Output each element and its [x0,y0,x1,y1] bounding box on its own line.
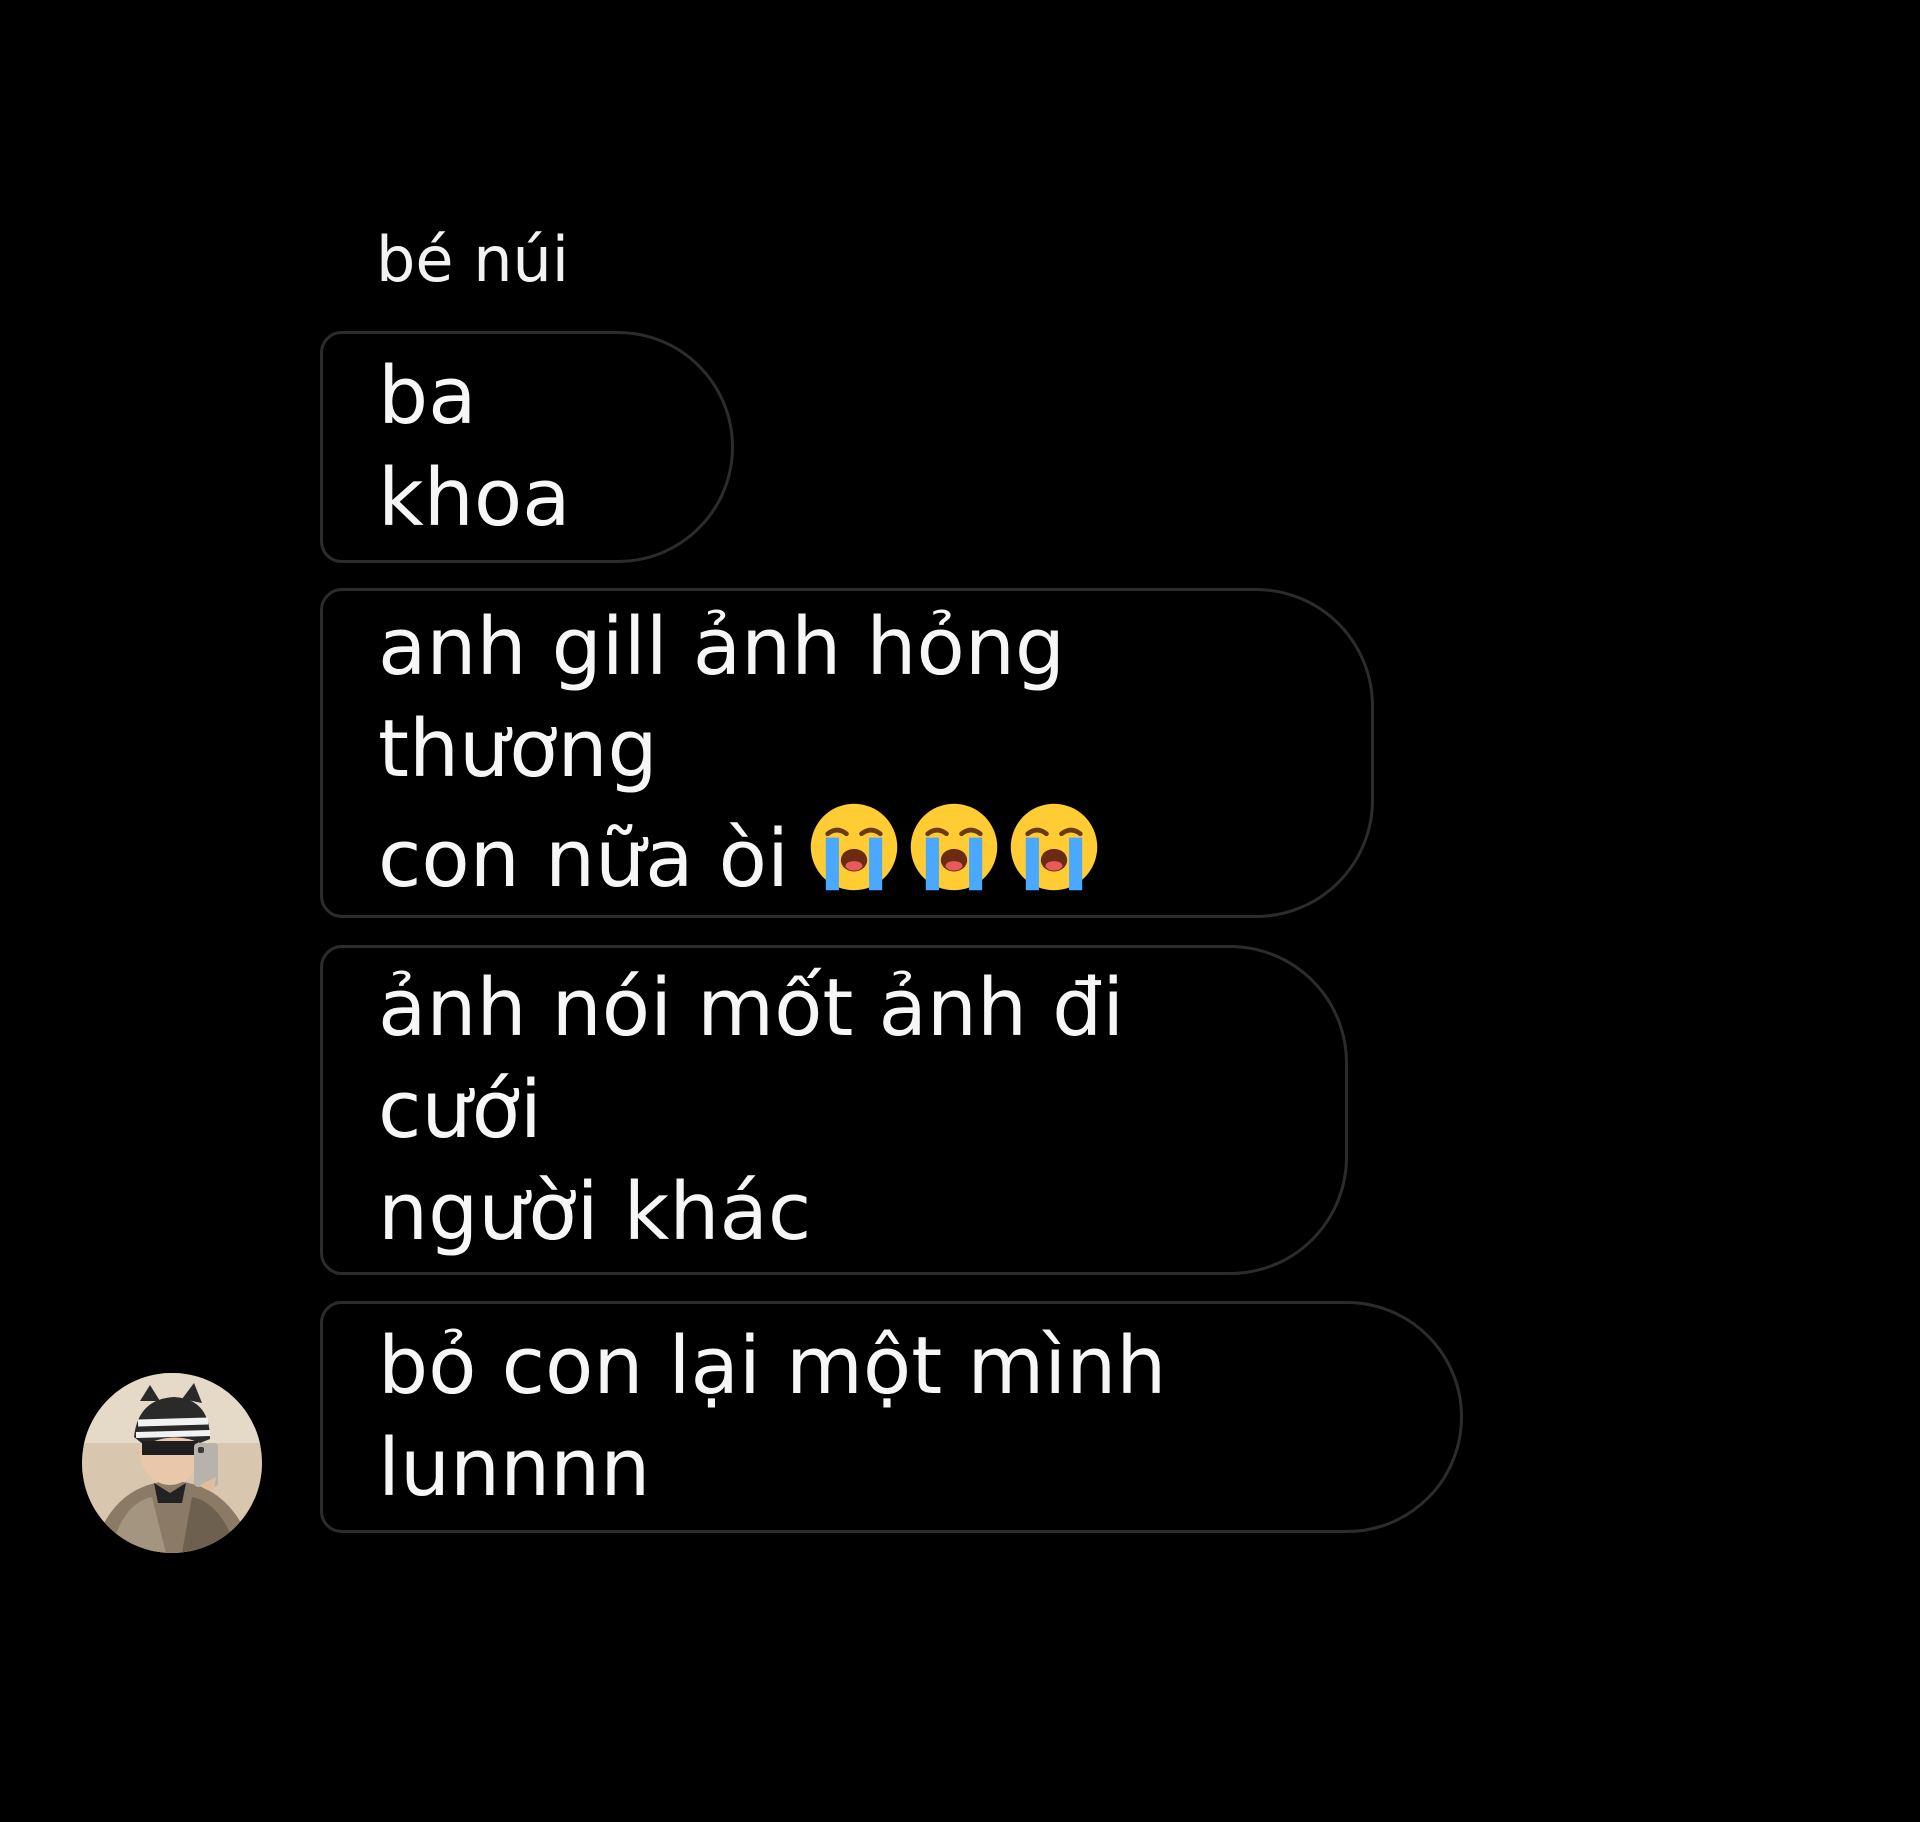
emoji-group [807,800,1101,894]
loudly-crying-face-icon [1010,803,1098,891]
message-bubble[interactable]: anh gill ảnh hỏng thương con nữa òi [320,588,1374,918]
avatar[interactable] [82,1373,262,1553]
chat-thread: bé núi ba khoa anh gill ảnh hỏng thương … [0,0,1920,1822]
message-text-container: anh gill ảnh hỏng thương con nữa òi [378,596,1311,910]
message-text: ba khoa [378,350,571,544]
avatar-photo [82,1373,262,1553]
message-bubble[interactable]: bỏ con lại một mình lunnnn [320,1301,1463,1533]
sender-name: bé núi [376,223,570,296]
loudly-crying-face-icon [810,803,898,891]
loudly-crying-face-icon [910,803,998,891]
message-bubble[interactable]: ảnh nói mốt ảnh đi cưới người khác [320,945,1348,1275]
message-text: bỏ con lại một mình lunnnn [378,1320,1167,1514]
message-bubble[interactable]: ba khoa [320,331,734,563]
message-text: ảnh nói mốt ảnh đi cưới người khác [378,962,1125,1258]
